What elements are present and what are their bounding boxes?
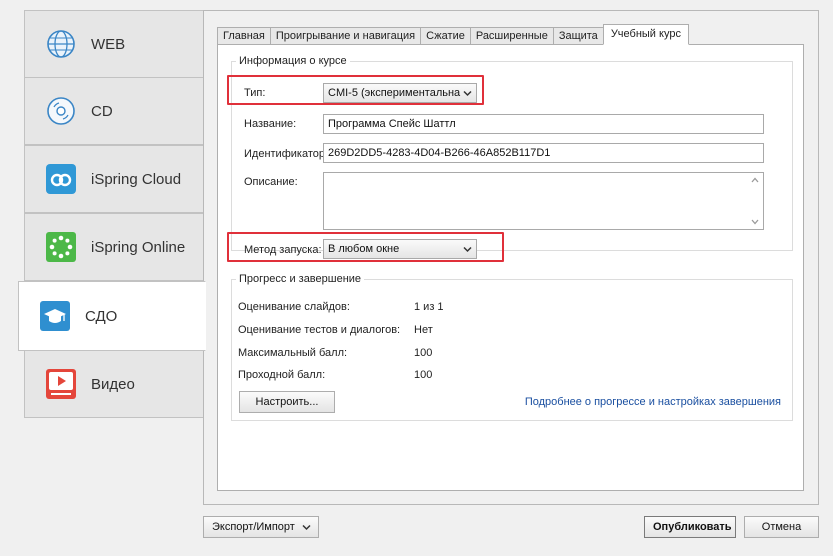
nav-item-video[interactable]: Видео — [24, 350, 204, 418]
chevron-down-icon — [463, 90, 472, 97]
type-label: Тип: — [244, 87, 266, 99]
tab-advanced[interactable]: Расширенные — [469, 27, 554, 45]
description-label: Описание: — [244, 176, 298, 188]
export-import-label: Экспорт/Импорт — [212, 521, 295, 533]
export-import-button[interactable]: Экспорт/Импорт — [203, 516, 319, 538]
scroll-down-icon[interactable] — [751, 219, 759, 225]
progress-help-link[interactable]: Подробнее о прогрессе и настройках завер… — [525, 396, 781, 408]
passing-score-label: Проходной балл: — [238, 369, 326, 381]
tab-course[interactable]: Учебный курс — [602, 24, 689, 45]
nav-item-label: WEB — [91, 35, 126, 53]
max-score-value: 100 — [414, 347, 433, 359]
tab-protection[interactable]: Защита — [552, 27, 604, 45]
nav-item-label: iSpring Cloud — [91, 170, 182, 188]
launch-method-value: В любом окне — [328, 243, 400, 255]
course-info-legend: Информация о курсе — [239, 55, 347, 67]
tab-main[interactable]: Главная — [217, 27, 271, 45]
scroll-up-icon[interactable] — [751, 177, 759, 183]
nav-item-ispring-cloud[interactable]: iSpring Cloud — [24, 145, 204, 213]
cd-icon — [45, 95, 77, 127]
video-play-icon — [45, 368, 77, 400]
tab-compression[interactable]: Сжатие — [420, 27, 471, 45]
course-tab-content: Информация о курсе Тип: CMI-5 (экспериме… — [217, 44, 804, 491]
identifier-input[interactable]: 269D2DD5-4283-4D04-B266-46A852B117D1 — [323, 143, 764, 163]
type-select-value: CMI-5 (экспериментальна — [328, 87, 461, 99]
nav-item-label: CD — [91, 102, 113, 120]
slides-scoring-value: 1 из 1 — [414, 301, 444, 313]
ispring-cloud-icon — [45, 163, 77, 195]
nav-item-ispring-online[interactable]: iSpring Online — [24, 213, 204, 281]
globe-icon — [45, 28, 77, 60]
publish-button[interactable]: Опубликовать — [644, 516, 736, 538]
quiz-scoring-value: Нет — [414, 324, 433, 336]
settings-tabs: Главная Проигрывание и навигация Сжатие … — [217, 24, 689, 45]
nav-item-label: Видео — [91, 375, 135, 393]
name-label: Название: — [244, 118, 297, 130]
launch-method-select[interactable]: В любом окне — [323, 239, 477, 259]
lms-graduation-cap-icon — [39, 300, 71, 332]
publish-destination-nav: WEB CD iSpring Cloud iSpring Online СДО … — [18, 10, 206, 418]
progress-legend: Прогресс и завершение — [239, 273, 362, 285]
name-input[interactable]: Программа Спейс Шаттл — [323, 114, 764, 134]
identifier-label: Идентификатор: — [244, 148, 329, 160]
chevron-down-icon — [302, 524, 311, 531]
slides-scoring-label: Оценивание слайдов: — [238, 301, 350, 313]
nav-item-cd[interactable]: CD — [24, 77, 204, 145]
nav-item-label: СДО — [85, 307, 118, 325]
quiz-scoring-label: Оценивание тестов и диалогов: — [238, 324, 401, 336]
description-textarea[interactable] — [323, 172, 764, 230]
cancel-button[interactable]: Отмена — [744, 516, 819, 538]
description-scrollbar[interactable] — [747, 173, 763, 229]
launch-method-label: Метод запуска: — [244, 244, 322, 256]
chevron-down-icon — [463, 246, 472, 253]
nav-item-lms[interactable]: СДО — [18, 281, 206, 351]
tab-playback-navigation[interactable]: Проигрывание и навигация — [269, 27, 422, 45]
max-score-label: Максимальный балл: — [238, 347, 348, 359]
nav-item-label: iSpring Online — [91, 238, 186, 256]
type-select[interactable]: CMI-5 (экспериментальна — [323, 83, 477, 103]
settings-panel: Главная Проигрывание и навигация Сжатие … — [203, 10, 819, 505]
ispring-online-icon — [45, 231, 77, 263]
nav-item-web[interactable]: WEB — [24, 10, 204, 78]
configure-button[interactable]: Настроить... — [239, 391, 335, 413]
passing-score-value: 100 — [414, 369, 433, 381]
